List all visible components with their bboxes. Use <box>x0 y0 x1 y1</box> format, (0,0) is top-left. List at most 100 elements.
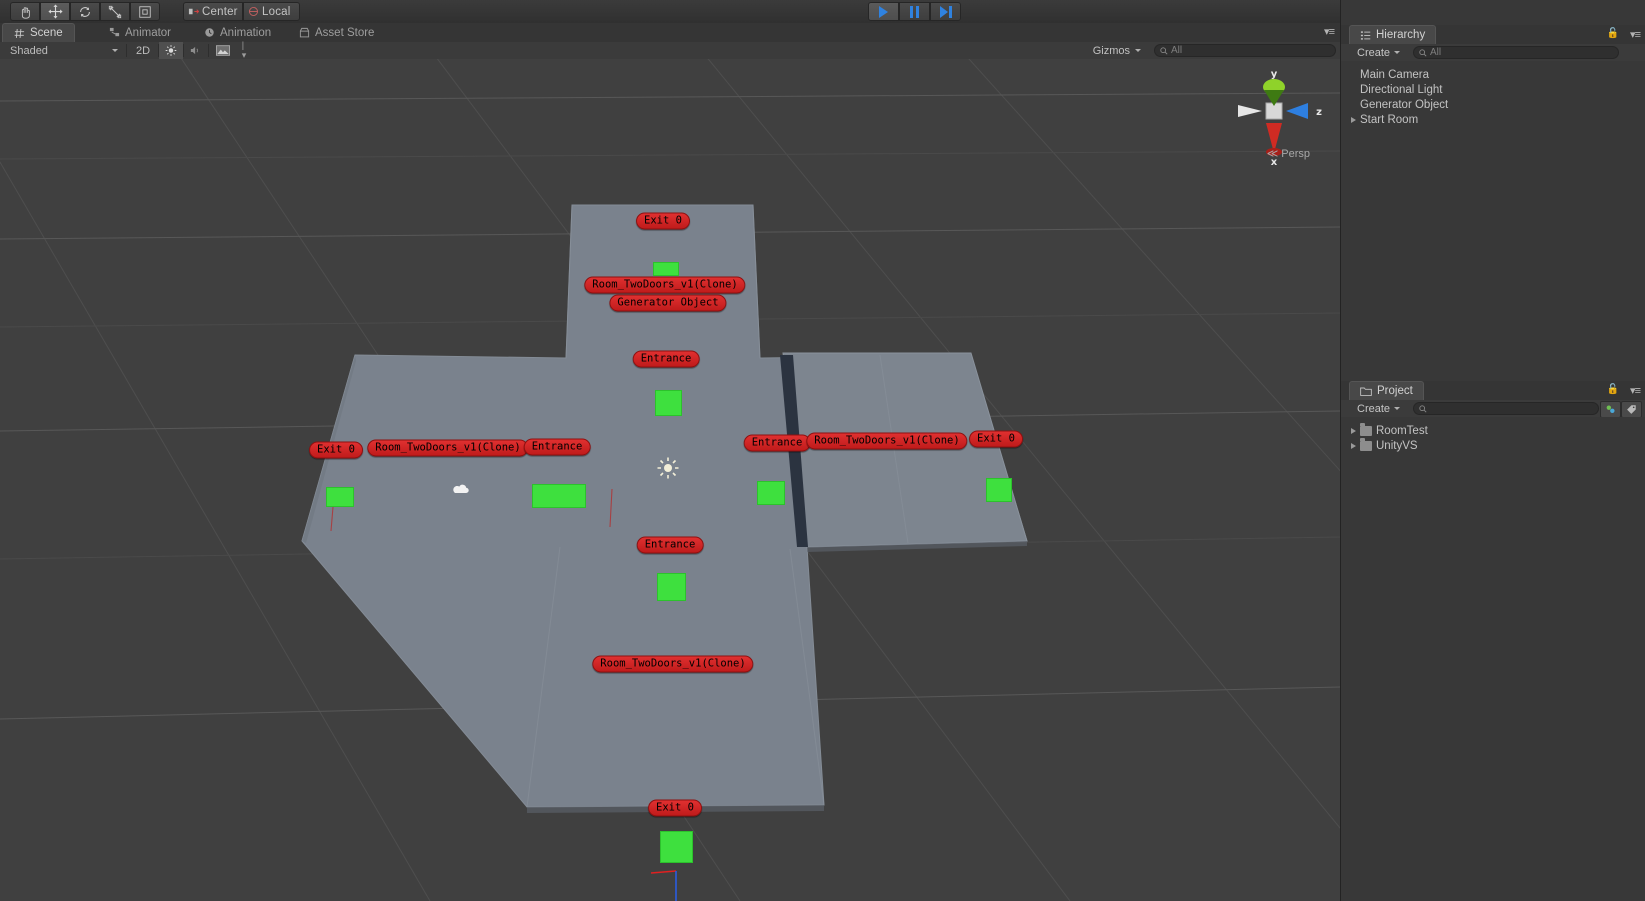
chevron-down-icon <box>1394 51 1401 54</box>
directional-light-gizmo-icon[interactable] <box>656 456 680 480</box>
scene-label[interactable]: Room_TwoDoors_v1(Clone) <box>584 276 746 294</box>
projection-mode-toggle[interactable]: ≪ Persp <box>1267 147 1310 161</box>
tab-animation-label: Animation <box>220 26 272 39</box>
scene-label[interactable]: Exit 0 <box>648 799 702 817</box>
effects-dropdown-button[interactable]: |▾ <box>236 40 252 60</box>
scene-panel-tabrow: Scene Animator Animation Asset Store ▾≡ <box>0 23 1340 43</box>
play-icon <box>879 5 888 18</box>
hierarchy-item-start-room[interactable]: Start Room <box>1341 112 1645 127</box>
svg-text:z: z <box>1316 107 1322 118</box>
space-mode-label: Local <box>262 5 291 18</box>
animator-icon <box>109 27 120 37</box>
pivot-mode-button[interactable]: Center <box>183 2 243 21</box>
step-button[interactable] <box>930 2 961 21</box>
rect-tool-button[interactable] <box>130 2 160 21</box>
store-icon <box>299 27 310 38</box>
hand-tool-button[interactable] <box>10 2 40 21</box>
door-east[interactable] <box>986 478 1012 502</box>
scene-label[interactable]: Room_TwoDoors_v1(Clone) <box>806 432 968 450</box>
toggle-2d-button[interactable]: 2D <box>128 42 158 59</box>
folder-icon <box>1360 437 1372 451</box>
space-mode-button[interactable]: Local <box>243 2 300 21</box>
tab-animator[interactable]: Animator <box>98 23 182 42</box>
room-geometry <box>301 204 1028 813</box>
chevron-right-icon[interactable] <box>1351 116 1356 123</box>
scene-label[interactable]: Entrance <box>743 434 811 452</box>
scene-icon <box>14 28 25 38</box>
audio-toggle-icon <box>190 46 198 55</box>
tab-asset-store-label: Asset Store <box>315 26 375 39</box>
hierarchy-menu-icon[interactable]: ▾≡ <box>1630 28 1641 41</box>
hierarchy-toolbar: Create All <box>1341 44 1645 62</box>
rotate-tool-button[interactable] <box>70 2 100 21</box>
tab-scene[interactable]: Scene <box>2 23 75 42</box>
toggle-audio-button[interactable] <box>184 42 208 59</box>
project-item-roomtest[interactable]: RoomTest <box>1341 422 1645 438</box>
filter-type-icon <box>1606 405 1615 413</box>
project-menu-icon[interactable]: ▾≡ <box>1630 384 1641 397</box>
toggle-effects-button[interactable] <box>210 42 236 59</box>
door-center-west[interactable] <box>532 484 586 508</box>
tab-project[interactable]: Project <box>1349 381 1424 400</box>
project-filter-by-label-button[interactable] <box>1621 401 1642 418</box>
scene-label[interactable]: Exit 0 <box>309 441 363 459</box>
pause-button[interactable] <box>899 2 930 21</box>
clock-icon <box>205 28 214 37</box>
scene-label[interactable]: Entrance <box>636 536 704 554</box>
door-center-north[interactable] <box>655 390 682 416</box>
hierarchy-tabrow: Hierarchy 🔓 ▾≡ <box>1341 25 1645 44</box>
scene-label[interactable]: Exit 0 <box>969 430 1023 448</box>
effects-icon <box>216 45 230 56</box>
cloud-gizmo-icon[interactable] <box>452 483 470 495</box>
scene-search-placeholder: All <box>1171 45 1183 56</box>
scene-viewport[interactable]: Exit 0 Room_TwoDoors_v1(Clone) Generator… <box>0 59 1340 901</box>
scene-label[interactable]: Generator Object <box>609 294 727 312</box>
tab-asset-store[interactable]: Asset Store <box>288 23 385 42</box>
door-center-south[interactable] <box>657 573 686 601</box>
door-west[interactable] <box>326 487 354 507</box>
toggle-lighting-button[interactable] <box>159 42 183 59</box>
door-south[interactable] <box>660 831 693 863</box>
tab-scene-label: Scene <box>30 27 63 39</box>
scene-label[interactable]: Entrance <box>523 438 591 456</box>
project-search-input[interactable] <box>1413 402 1599 415</box>
scene-search-input[interactable]: All <box>1154 44 1336 57</box>
hierarchy-create-button[interactable]: Create <box>1351 44 1406 61</box>
move-tool-button[interactable] <box>40 2 70 21</box>
hierarchy-create-label: Create <box>1357 46 1391 59</box>
scale-tool-button[interactable] <box>100 2 130 21</box>
hierarchy-lock-icon[interactable]: 🔓 <box>1607 28 1619 39</box>
project-item-unityvs[interactable]: UnityVS <box>1341 437 1645 453</box>
gizmos-label: Gizmos <box>1092 44 1130 57</box>
project-create-button[interactable]: Create <box>1351 400 1406 417</box>
pause-icon <box>910 5 919 18</box>
chevron-down-icon <box>112 49 118 52</box>
hierarchy-item-generator-object[interactable]: Generator Object <box>1341 97 1645 112</box>
chevron-down-icon <box>1135 49 1141 52</box>
scene-label[interactable]: Exit 0 <box>636 212 690 230</box>
door-north[interactable] <box>653 262 679 276</box>
hierarchy-list: Main Camera Directional Light Generator … <box>1341 61 1645 380</box>
door-center-east[interactable] <box>757 481 785 505</box>
hierarchy-item-main-camera[interactable]: Main Camera <box>1341 67 1645 82</box>
project-filter-by-type-button[interactable] <box>1600 401 1621 418</box>
hierarchy-search-placeholder: All <box>1430 47 1442 58</box>
draw-mode-dropdown[interactable]: Shaded <box>4 42 124 59</box>
scene-label[interactable]: Room_TwoDoors_v1(Clone) <box>367 439 529 457</box>
chevron-right-icon[interactable] <box>1351 427 1356 434</box>
scene-label[interactable]: Room_TwoDoors_v1(Clone) <box>592 655 754 673</box>
hierarchy-search-input[interactable]: All <box>1413 46 1619 59</box>
play-button[interactable] <box>868 2 899 21</box>
tab-project-label: Project <box>1377 385 1413 397</box>
unity-editor-window: Center Local Scene Animator Animation As… <box>0 0 1645 901</box>
search-icon <box>1419 48 1427 57</box>
project-lock-icon[interactable]: 🔓 <box>1607 384 1619 395</box>
gizmos-dropdown[interactable]: Gizmos <box>1085 42 1148 59</box>
scene-label[interactable]: Entrance <box>632 350 700 368</box>
project-item-label: UnityVS <box>1376 439 1418 452</box>
tab-animation[interactable]: Animation <box>193 23 282 42</box>
hierarchy-item-directional-light[interactable]: Directional Light <box>1341 82 1645 97</box>
chevron-right-icon[interactable] <box>1351 442 1356 449</box>
scene-panel-menu-icon[interactable]: ▾≡ <box>1324 25 1335 38</box>
tab-hierarchy[interactable]: Hierarchy <box>1349 25 1437 44</box>
